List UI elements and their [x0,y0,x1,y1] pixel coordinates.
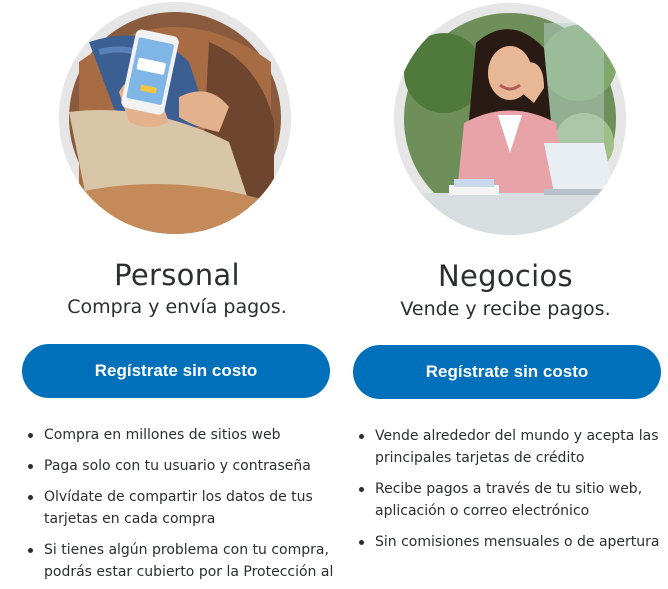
bullet-icon [359,434,364,439]
list-item: Compra en millones de sitios web [26,424,344,446]
woman-on-phone-illustration [394,3,626,235]
bullet-icon [359,487,364,492]
personal-subtitle: Compra y envía pagos. [67,296,287,318]
personal-feature-list: Compra en millones de sitios web Paga so… [26,424,344,589]
business-photo [394,3,626,235]
bullet-icon [28,548,33,553]
personal-signup-button[interactable]: Regístrate sin costo [22,344,330,398]
list-item: Olvídate de compartir los datos de tus t… [26,486,344,530]
list-item: Sin comisiones mensuales o de apertura [357,531,667,553]
list-item: Vende alrededor del mundo y acepta las p… [357,425,667,469]
bullet-icon [359,540,364,545]
personal-photo [59,2,291,234]
business-signup-button[interactable]: Regístrate sin costo [353,345,661,399]
list-item: Paga solo con tu usuario y contraseña [26,455,344,477]
business-subtitle: Vende y recibe pagos. [400,298,611,320]
bullet-icon [28,433,33,438]
list-item: Recibe pagos a través de tu sitio web, a… [357,478,667,522]
business-feature-list: Vende alrededor del mundo y acepta las p… [357,425,667,562]
account-type-selection: Personal Compra y envía pagos. Regístrat… [0,0,668,589]
list-item: Si tienes algún problema con tu compra, … [26,539,344,583]
bullet-icon [28,464,33,469]
personal-title: Personal [114,258,240,292]
bullet-icon [28,495,33,500]
phone-shopping-illustration [59,2,291,234]
business-title: Negocios [438,259,573,293]
